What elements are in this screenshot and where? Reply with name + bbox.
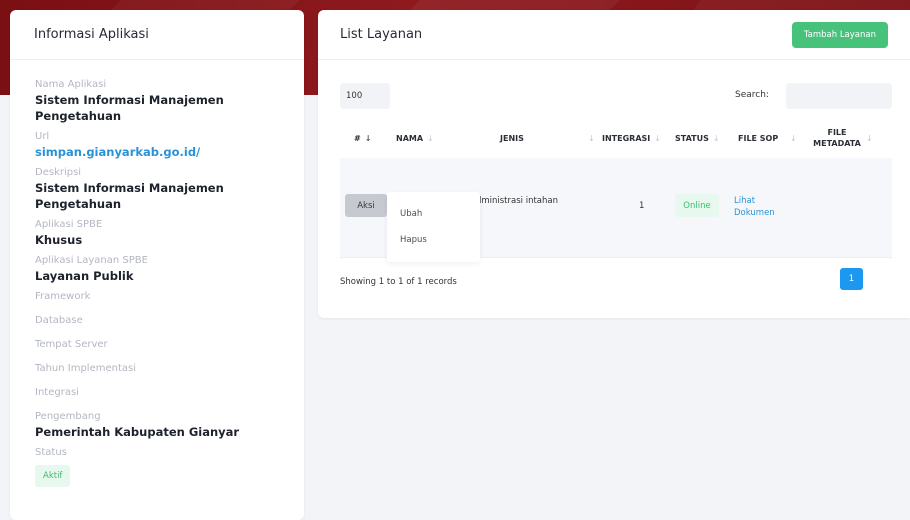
field-label-database: Database <box>35 315 83 326</box>
field-label-aplikasi-spbe: Aplikasi SPBE <box>35 219 103 230</box>
table-row: Aksi Ubah Hapus an Administrasi intahan … <box>340 158 892 262</box>
field-value-nama: Sistem Informasi Manajemen Pengetahuan <box>35 93 224 123</box>
field-label-pengembang: Pengembang <box>35 411 101 422</box>
sort-icon: ↓ <box>588 133 595 143</box>
add-service-button[interactable]: Tambah Layanan <box>791 21 888 48</box>
table-info-text: Showing 1 to 1 of 1 records <box>340 277 457 287</box>
sort-icon: ↓ <box>427 133 434 143</box>
status-online-badge: Online <box>675 194 719 217</box>
field-value-url-link[interactable]: simpan.gianyarkab.go.id/ <box>35 144 304 160</box>
field-label-layanan-spbe: Aplikasi Layanan SPBE <box>35 255 148 266</box>
field-value-aplikasi-spbe: Khusus <box>35 233 83 247</box>
pagination-page-1[interactable]: 1 <box>840 268 863 290</box>
column-header-number[interactable]: # ↓ <box>354 118 371 158</box>
column-header-nama[interactable]: NAMA ↓ <box>396 118 434 158</box>
field-label-nama: Nama Aplikasi <box>35 79 107 90</box>
row-action-button[interactable]: Aksi <box>345 194 387 217</box>
field-label-url: Url <box>35 131 50 142</box>
status-badge: Aktif <box>35 465 71 487</box>
field-value-layanan-spbe: Layanan Publik <box>35 269 134 283</box>
file-sop-link[interactable]: Lihat Dokumen <box>734 195 794 219</box>
field-value-pengembang: Pemerintah Kabupaten Gianyar <box>35 425 240 439</box>
column-header-file-sop[interactable]: FILE SOP <box>738 118 778 158</box>
sort-icon: ↓ <box>866 133 873 143</box>
page-length-select[interactable]: 100 <box>340 83 390 109</box>
column-header-file-metadata[interactable]: FILE METADATA ↓ <box>812 118 882 158</box>
field-label-framework: Framework <box>35 291 91 302</box>
column-header-jenis[interactable]: JENIS <box>500 118 524 158</box>
field-label-status: Status <box>35 447 67 458</box>
search-input[interactable] <box>786 83 892 109</box>
list-card-header: List Layanan Tambah Layanan <box>318 10 910 60</box>
table-header-row: # ↓ NAMA ↓ JENIS ↓ INTEGRASI ↓ STATUS ↓ … <box>340 118 892 158</box>
column-header-integrasi[interactable]: INTEGRASI ↓ <box>602 118 661 158</box>
sort-icon: ↓ <box>364 133 372 143</box>
app-info-card: Informasi Aplikasi Nama Aplikasi Sistem … <box>10 10 304 520</box>
menu-item-hapus[interactable]: Hapus <box>400 235 427 245</box>
list-card-title: List Layanan <box>340 27 423 42</box>
sort-icon: ↓ <box>654 133 661 143</box>
field-label-integrasi: Integrasi <box>35 387 79 398</box>
info-field-list: Nama Aplikasi Sistem Informasi Manajemen… <box>10 60 304 487</box>
service-list-card: List Layanan Tambah Layanan 100 Search: … <box>318 10 910 318</box>
row-action-menu: Ubah Hapus <box>387 192 480 262</box>
menu-item-ubah[interactable]: Ubah <box>400 209 422 219</box>
sort-icon: ↓ <box>790 133 797 143</box>
field-label-tahun-implementasi: Tahun Implementasi <box>35 363 137 374</box>
table-controls: 100 Search: <box>340 83 892 109</box>
sort-icon: ↓ <box>712 133 720 143</box>
cell-integrasi: 1 <box>639 201 645 211</box>
field-value-deskripsi: Sistem Informasi Manajemen Pengetahuan <box>35 181 224 211</box>
search-label: Search: <box>735 90 769 100</box>
field-label-deskripsi: Deskripsi <box>35 167 82 178</box>
info-card-title: Informasi Aplikasi <box>10 10 304 60</box>
field-label-tempat-server: Tempat Server <box>35 339 108 350</box>
column-header-status[interactable]: STATUS ↓ <box>675 118 720 158</box>
